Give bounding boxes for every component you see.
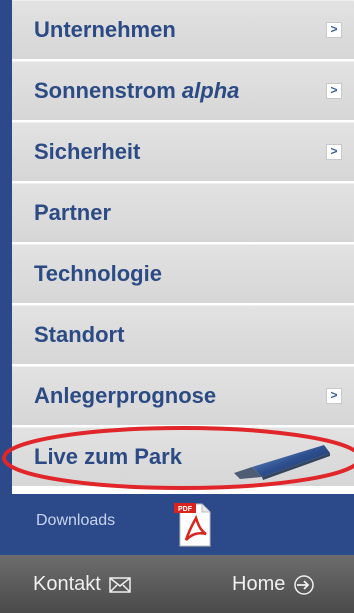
kontakt-label: Kontakt bbox=[33, 573, 101, 595]
menu-item-technologie[interactable]: Technologie bbox=[12, 244, 354, 305]
chevron-right-icon: > bbox=[326, 144, 342, 160]
menu-item-label: Technologie bbox=[34, 261, 162, 286]
home-link[interactable]: Home bbox=[232, 573, 315, 596]
pdf-file-icon[interactable]: PDF bbox=[172, 500, 214, 548]
menu-item-label: Live zum Park bbox=[34, 444, 182, 469]
chevron-right-icon: > bbox=[326, 22, 342, 38]
menu-item-standort[interactable]: Standort bbox=[12, 305, 354, 366]
left-accent-bar bbox=[0, 0, 12, 555]
menu-item-label: Unternehmen bbox=[34, 17, 176, 42]
menu-item-sicherheit[interactable]: Sicherheit > bbox=[12, 122, 354, 183]
footer-bar: Kontakt Home bbox=[0, 555, 354, 613]
menu-item-label-italic: alpha bbox=[181, 78, 240, 103]
home-label: Home bbox=[232, 573, 286, 595]
menu-item-unternehmen[interactable]: Unternehmen > bbox=[12, 0, 354, 61]
menu-item-label: Partner bbox=[34, 200, 112, 225]
menu-item-label: Sicherheit bbox=[34, 139, 141, 164]
home-arrow-icon bbox=[294, 574, 315, 595]
chevron-right-icon: > bbox=[326, 388, 342, 404]
menu-item-sonnenstrom-alpha[interactable]: Sonnenstrom alpha > bbox=[12, 61, 354, 122]
side-menu: Unternehmen > Sonnenstrom alpha > Sicher… bbox=[12, 0, 354, 488]
menu-item-partner[interactable]: Partner bbox=[12, 183, 354, 244]
envelope-icon bbox=[109, 576, 131, 593]
solar-panel-icon bbox=[234, 445, 330, 480]
kontakt-link[interactable]: Kontakt bbox=[33, 573, 131, 596]
menu-item-anlegerprognose[interactable]: Anlegerprognose > bbox=[12, 366, 354, 427]
menu-item-label-text: Sonnenstrom bbox=[34, 78, 176, 103]
downloads-link[interactable]: Downloads bbox=[36, 512, 115, 530]
chevron-right-icon: > bbox=[326, 83, 342, 99]
menu-item-label: Anlegerprognose bbox=[34, 383, 217, 408]
navigation-panel: Unternehmen > Sonnenstrom alpha > Sicher… bbox=[0, 0, 354, 613]
menu-item-label: Standort bbox=[34, 322, 125, 347]
menu-item-label: Sonnenstrom alpha bbox=[34, 78, 239, 104]
pdf-badge-text: PDF bbox=[178, 506, 193, 513]
downloads-section[interactable]: Downloads PDF bbox=[12, 494, 354, 555]
